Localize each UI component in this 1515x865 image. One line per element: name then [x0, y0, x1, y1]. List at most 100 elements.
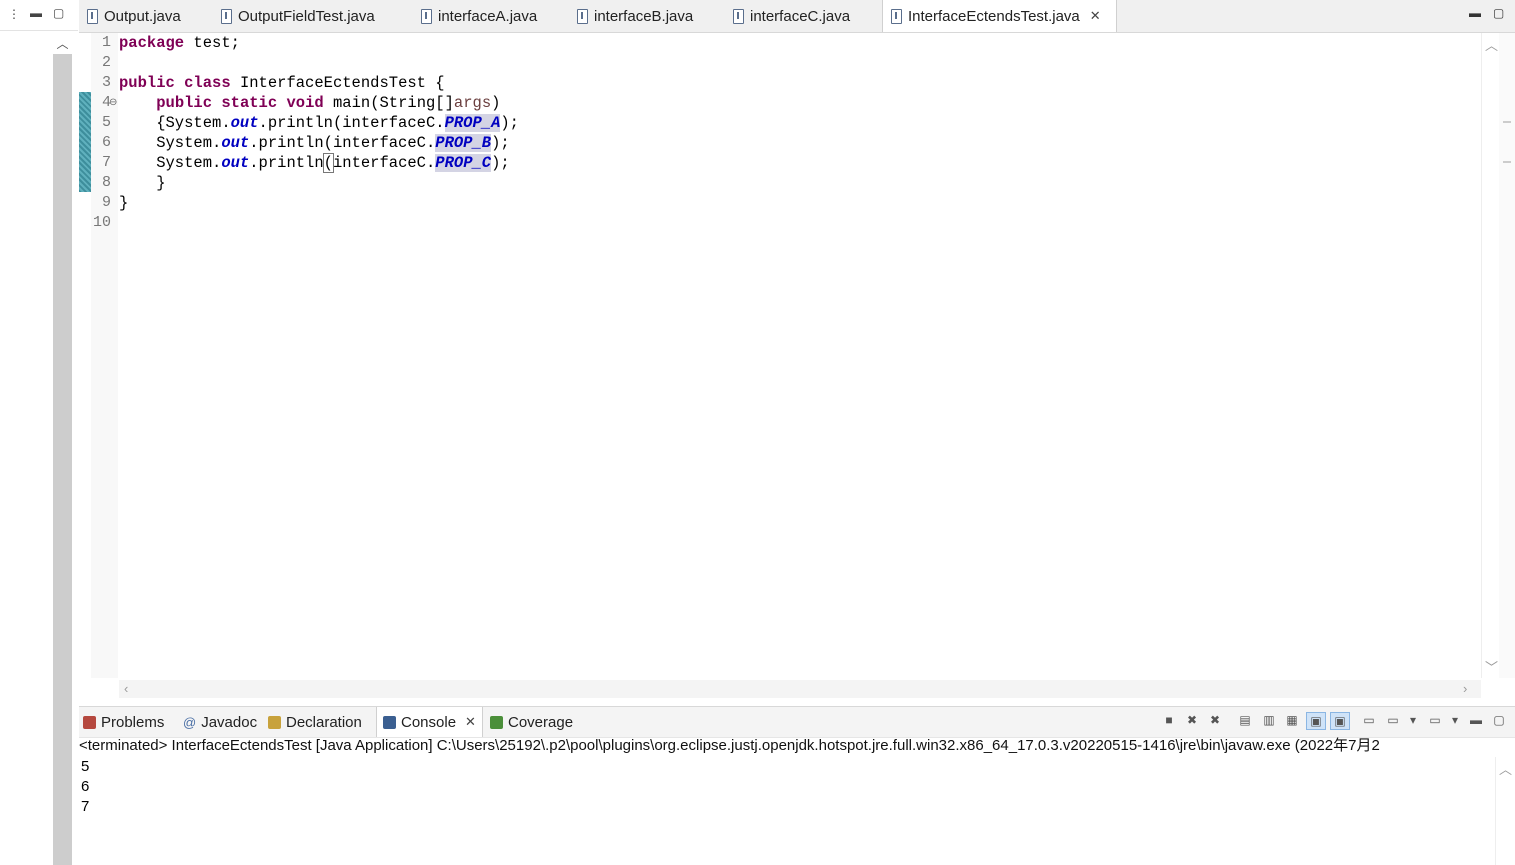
- code-text: ): [491, 94, 501, 112]
- tab-label: interfaceA.java: [438, 7, 538, 25]
- tab-console[interactable]: Console ✕: [376, 707, 483, 737]
- close-icon[interactable]: ✕: [1090, 8, 1101, 24]
- pin-console-icon[interactable]: ▭: [1360, 712, 1378, 728]
- java-file-icon: [891, 8, 902, 24]
- code-line: {System.out.println(interfaceC.PROP_A);: [119, 113, 519, 133]
- remove-launch-icon[interactable]: ✖: [1183, 712, 1201, 728]
- code-text: );: [500, 114, 519, 132]
- fold-icon[interactable]: ⊖: [109, 97, 117, 108]
- code-text: System.: [119, 134, 222, 152]
- keyword: void: [286, 94, 324, 112]
- scroll-right-icon[interactable]: ›: [1463, 681, 1467, 696]
- line-number: 5: [101, 114, 111, 131]
- code-line: public class InterfaceEctendsTest {: [119, 73, 445, 93]
- line-number: 9: [101, 194, 111, 211]
- console-output[interactable]: 5 6 7: [79, 757, 1495, 865]
- tab-interfacea-java[interactable]: interfaceA.java: [413, 0, 565, 32]
- maximize-icon[interactable]: ▢: [1493, 6, 1504, 20]
- parameter: args: [453, 94, 492, 112]
- scroll-down-icon[interactable]: ﹀: [1485, 657, 1498, 676]
- chevron-down-icon[interactable]: ▾: [1446, 712, 1464, 728]
- tab-label: interfaceB.java: [594, 7, 694, 25]
- line-number: 4: [101, 94, 111, 111]
- left-view-scrollbar[interactable]: [53, 32, 72, 865]
- code-text: InterfaceEctendsTest {: [230, 74, 445, 92]
- remove-all-icon[interactable]: ✖: [1206, 712, 1224, 728]
- tab-output-java[interactable]: Output.java: [79, 0, 211, 32]
- scroll-up-icon[interactable]: ︿: [1485, 35, 1498, 54]
- left-view-toolbar: ⋮ ▬ ▢: [0, 0, 78, 31]
- tab-label: interfaceC.java: [750, 7, 851, 25]
- tab-interfaceectendstest-java[interactable]: InterfaceEctendsTest.java ✕: [882, 0, 1117, 32]
- code-text: );: [491, 134, 510, 152]
- line-number: 3: [101, 74, 111, 91]
- static-field: PROP_A: [444, 114, 501, 132]
- problems-icon: [83, 715, 96, 729]
- editor-vertical-scrollbar[interactable]: ︿ ﹀: [1481, 33, 1500, 678]
- tab-label: Console: [401, 713, 457, 731]
- tab-interfaceb-java[interactable]: interfaceB.java: [569, 0, 721, 32]
- code-line: System.out.println(interfaceC.PROP_B);: [119, 133, 510, 153]
- code-text: .println: [249, 154, 324, 172]
- open-console-icon[interactable]: ▭: [1426, 712, 1444, 728]
- line-number: 6: [101, 134, 111, 151]
- tab-coverage[interactable]: Coverage: [490, 707, 573, 737]
- line-number: 7: [101, 154, 111, 171]
- restore-icon[interactable]: ⋮: [8, 7, 20, 21]
- ruler-mark[interactable]: [1503, 121, 1511, 123]
- maximize-icon[interactable]: ▢: [1490, 712, 1508, 728]
- tab-interfacec-java[interactable]: interfaceC.java: [725, 0, 877, 32]
- editor-tab-bar: Output.java OutputFieldTest.java interfa…: [79, 0, 1515, 33]
- output-line: 7: [81, 798, 90, 815]
- tab-javadoc[interactable]: @ Javadoc: [183, 707, 257, 737]
- java-file-icon: [733, 8, 744, 24]
- line-number: 10: [92, 214, 111, 231]
- console-status-line: <terminated> InterfaceEctendsTest [Java …: [79, 737, 1380, 754]
- tab-problems[interactable]: Problems: [83, 707, 164, 737]
- line-number: 1: [101, 34, 111, 51]
- overview-ruler[interactable]: [1499, 33, 1515, 678]
- editor-horizontal-scrollbar[interactable]: ‹ ›: [119, 680, 1481, 698]
- display-console-icon[interactable]: ▭: [1384, 712, 1402, 728]
- scroll-lock-icon[interactable]: ▥: [1260, 712, 1278, 728]
- static-field: PROP_C: [435, 154, 492, 172]
- scroll-left-icon[interactable]: ‹: [124, 681, 128, 696]
- tab-declaration[interactable]: Declaration: [268, 707, 362, 737]
- word-wrap-icon[interactable]: ▦: [1283, 712, 1301, 728]
- close-icon[interactable]: ✕: [465, 714, 476, 730]
- console-scrollbar[interactable]: ︿: [1495, 757, 1515, 865]
- scroll-up-icon[interactable]: ︿: [1499, 759, 1512, 778]
- ruler-mark[interactable]: [1503, 161, 1511, 163]
- java-file-icon: [221, 8, 232, 24]
- matching-bracket: (: [322, 153, 335, 173]
- show-on-error-icon[interactable]: ▣: [1330, 712, 1350, 730]
- minimize-icon[interactable]: ▬: [1469, 6, 1481, 20]
- tab-label: OutputFieldTest.java: [238, 7, 375, 25]
- maximize-icon[interactable]: ▢: [53, 6, 64, 20]
- code-text: );: [491, 154, 510, 172]
- terminate-icon[interactable]: ■: [1160, 712, 1178, 728]
- declaration-icon: [268, 715, 281, 729]
- clear-console-icon[interactable]: ▤: [1236, 712, 1254, 728]
- code-editor[interactable]: package test; public class InterfaceEcte…: [119, 33, 1481, 678]
- show-on-output-icon[interactable]: ▣: [1306, 712, 1326, 730]
- minimize-icon[interactable]: ▬: [30, 6, 42, 20]
- java-file-icon: [577, 8, 588, 24]
- static-field: PROP_B: [435, 134, 492, 152]
- chevron-down-icon[interactable]: ▾: [1404, 712, 1422, 728]
- tab-label: InterfaceEctendsTest.java: [908, 7, 1080, 25]
- javadoc-icon: @: [183, 714, 197, 730]
- static-field: out: [221, 154, 250, 172]
- code-line: }: [119, 194, 129, 212]
- tab-label: Declaration: [286, 713, 362, 731]
- minimize-icon[interactable]: ▬: [1467, 712, 1485, 728]
- static-field: out: [230, 114, 259, 132]
- scroll-up-icon[interactable]: ︿: [53, 32, 72, 54]
- line-number-gutter: 1 2 3 4 5 6 7 8 9 10: [91, 33, 118, 678]
- output-line: 5: [81, 758, 90, 775]
- code-text: test;: [184, 34, 240, 52]
- line-number: 2: [101, 54, 111, 71]
- tab-outputfieldtest-java[interactable]: OutputFieldTest.java: [213, 0, 409, 32]
- code-text: .println(interfaceC.: [249, 134, 436, 152]
